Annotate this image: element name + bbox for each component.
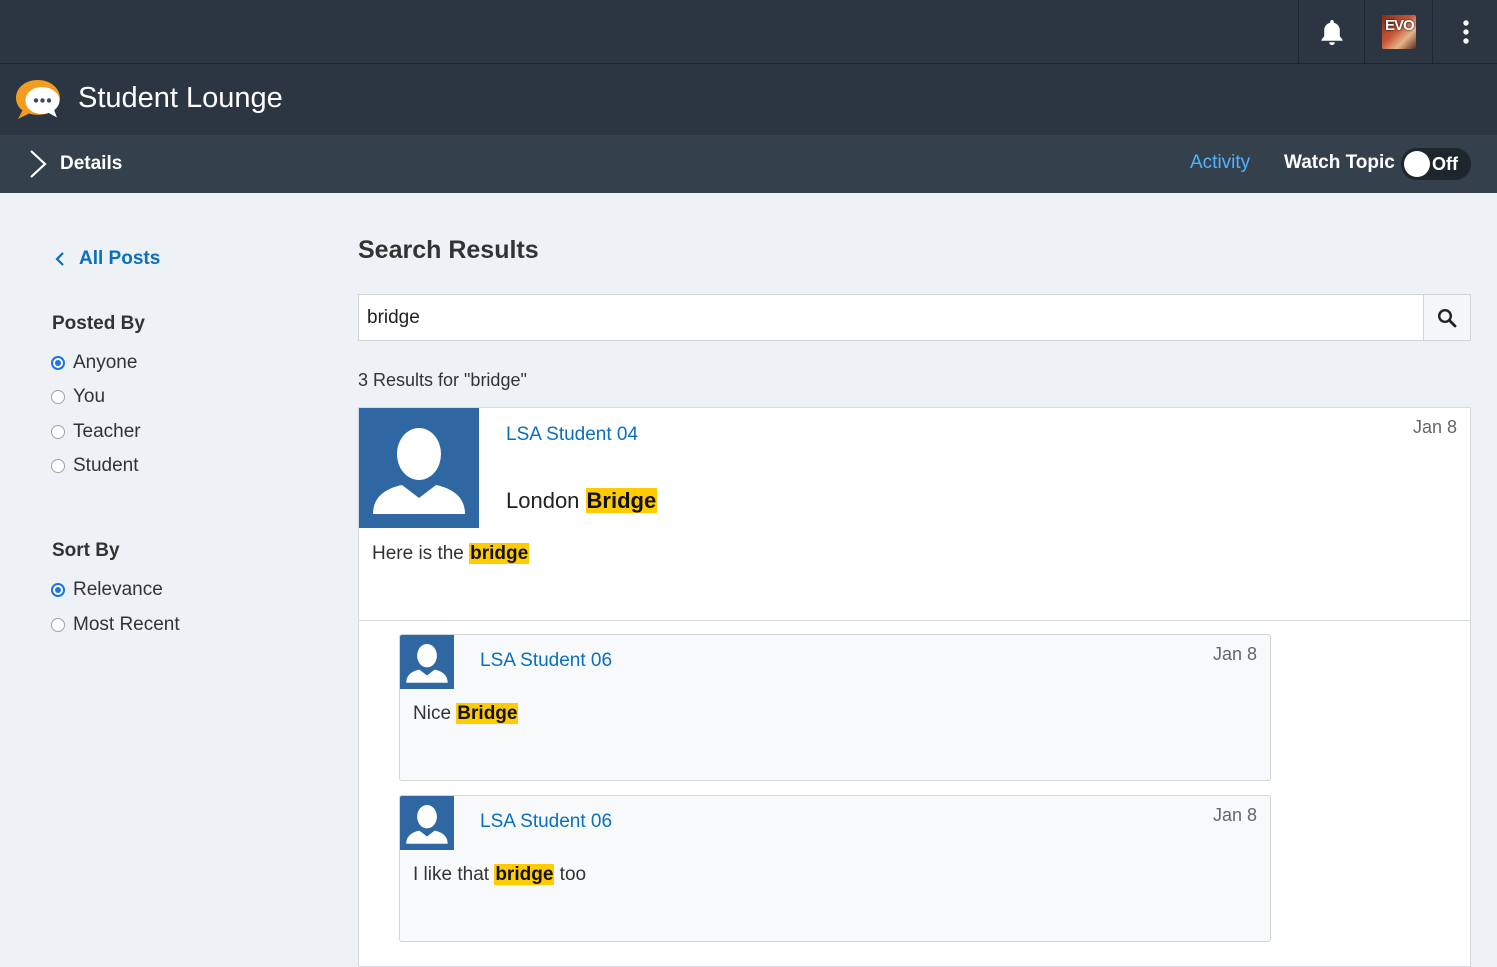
- notifications-button[interactable]: [1298, 0, 1365, 63]
- reply-author-link[interactable]: LSA Student 06: [480, 811, 612, 833]
- reply-card: LSA Student 06 Jan 8 I like that bridge …: [399, 795, 1271, 942]
- search-box: [358, 294, 1471, 341]
- sort-relevance-option[interactable]: Relevance: [51, 579, 163, 601]
- reply-body: Nice Bridge: [413, 703, 519, 725]
- post-title-text: London: [506, 488, 580, 513]
- search-icon: [1437, 308, 1457, 327]
- top-bar: EVO: [0, 0, 1497, 64]
- toggle-state-label: Off: [1432, 154, 1458, 174]
- discussion-logo-icon: [16, 80, 60, 119]
- body-text: too: [559, 864, 587, 885]
- all-posts-label: All Posts: [79, 248, 161, 269]
- user-avatar-button[interactable]: EVO: [1364, 0, 1433, 63]
- toggle-knob: [1404, 151, 1430, 177]
- activity-link[interactable]: Activity: [1190, 152, 1250, 174]
- course-title: Student Lounge: [78, 82, 283, 114]
- search-results-title: Search Results: [358, 236, 539, 264]
- reply-author-link[interactable]: LSA Student 06: [480, 650, 612, 672]
- radio[interactable]: [51, 390, 65, 404]
- posted-by-anyone-option[interactable]: Anyone: [51, 352, 137, 374]
- reply-card: LSA Student 06 Jan 8 Nice Bridge: [399, 634, 1271, 781]
- body-text: Here is the: [372, 543, 464, 564]
- option-label: Most Recent: [73, 614, 180, 635]
- radio-selected[interactable]: [51, 356, 65, 370]
- radio[interactable]: [51, 618, 65, 632]
- posted-by-teacher-option[interactable]: Teacher: [51, 421, 141, 443]
- divider: [359, 620, 1470, 621]
- kebab-menu-icon: [1462, 19, 1469, 44]
- avatar: [400, 635, 454, 689]
- user-placeholder-icon: [406, 644, 448, 683]
- watch-topic-label: Watch Topic: [1284, 152, 1395, 173]
- search-highlight: bridge: [494, 864, 555, 885]
- results-count: 3 Results for "bridge": [358, 370, 527, 390]
- avatar-text: EVO: [1385, 16, 1415, 34]
- sort-by-title: Sort By: [52, 540, 120, 561]
- search-input[interactable]: [359, 295, 1425, 340]
- radio[interactable]: [51, 425, 65, 439]
- option-label: Student: [73, 455, 139, 476]
- bell-icon: [1321, 19, 1343, 45]
- body-text: I like that: [413, 864, 490, 885]
- user-placeholder-icon: [406, 805, 448, 844]
- chevron-left-icon: [55, 252, 64, 266]
- option-label: Teacher: [73, 421, 141, 442]
- avatar: [359, 408, 479, 528]
- topic-toolbar: Details Activity Watch Topic Off: [0, 135, 1497, 193]
- details-toggle[interactable]: Details: [28, 149, 122, 179]
- posted-by-student-option[interactable]: Student: [51, 455, 139, 477]
- more-menu-button[interactable]: [1432, 0, 1497, 63]
- option-label: You: [73, 386, 106, 407]
- search-highlight: Bridge: [456, 703, 519, 724]
- post-date: Jan 8: [1412, 417, 1457, 437]
- reply-date: Jan 8: [1212, 805, 1257, 825]
- radio[interactable]: [51, 459, 65, 473]
- user-placeholder-icon: [373, 428, 465, 514]
- reply-date: Jan 8: [1212, 644, 1257, 664]
- posted-by-you-option[interactable]: You: [51, 386, 105, 408]
- posted-by-title: Posted By: [52, 313, 145, 334]
- post-author-link[interactable]: LSA Student 04: [506, 424, 638, 446]
- body-text: Nice: [413, 703, 452, 724]
- details-label: Details: [60, 153, 123, 174]
- option-label: Relevance: [73, 579, 163, 600]
- all-posts-link[interactable]: All Posts: [52, 248, 160, 270]
- radio-selected[interactable]: [51, 583, 65, 597]
- chevron-right-icon: [30, 150, 47, 178]
- search-highlight: bridge: [469, 543, 530, 564]
- option-label: Anyone: [73, 352, 138, 373]
- search-button[interactable]: [1423, 295, 1470, 340]
- reply-body: I like that bridge too: [413, 864, 586, 886]
- post-title[interactable]: London Bridge: [506, 488, 658, 514]
- avatar: EVO: [1382, 14, 1416, 49]
- avatar: [400, 796, 454, 850]
- watch-topic-toggle[interactable]: Off: [1401, 148, 1471, 180]
- post-body: Here is the bridge: [372, 543, 530, 565]
- sort-most-recent-option[interactable]: Most Recent: [51, 614, 180, 636]
- search-highlight: Bridge: [585, 488, 658, 513]
- post-card: LSA Student 04 Jan 8 London Bridge Here …: [358, 407, 1471, 967]
- course-title-bar: Student Lounge: [0, 64, 1497, 135]
